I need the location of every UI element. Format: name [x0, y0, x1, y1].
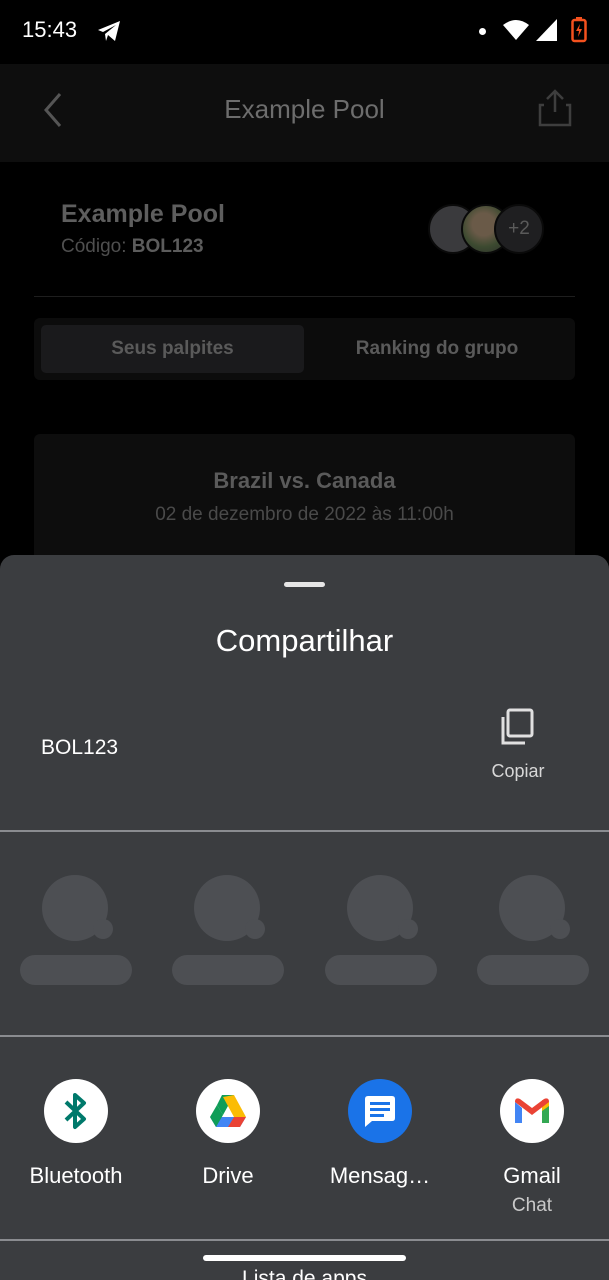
pool-code-label: Código: — [61, 236, 127, 257]
copy-label: Copiar — [491, 761, 545, 781]
share-target-bluetooth[interactable]: Bluetooth — [6, 1079, 146, 1219]
messages-icon — [348, 1079, 412, 1143]
divider — [0, 1239, 609, 1241]
gmail-icon — [500, 1079, 564, 1143]
app-header: Example Pool — [0, 64, 609, 162]
status-time: 15:43 — [22, 17, 78, 42]
share-target-drive[interactable]: Drive — [158, 1079, 298, 1219]
direct-share-placeholder — [325, 875, 437, 987]
tab-ranking-do-grupo[interactable]: Ranking do grupo — [306, 325, 568, 373]
battery-icon — [571, 17, 587, 43]
apps-list-label[interactable]: Lista de apps — [0, 1267, 609, 1280]
pool-name: Example Pool — [61, 200, 225, 228]
app-label: Bluetooth — [29, 1163, 123, 1188]
share-target-gmail[interactable]: Gmail Chat — [462, 1079, 602, 1219]
google-drive-icon — [196, 1079, 260, 1143]
shared-text: BOL123 — [41, 736, 119, 759]
app-label: Mensag… — [329, 1163, 431, 1188]
share-target-messages[interactable]: Mensag… — [310, 1079, 450, 1219]
tab-seus-palpites[interactable]: Seus palpites — [41, 325, 304, 373]
match-card: Brazil vs. Canada 02 de dezembro de 2022… — [34, 434, 575, 574]
divider — [0, 830, 609, 832]
divider — [34, 296, 575, 297]
match-date: 02 de dezembro de 2022 às 11:00h — [155, 504, 454, 525]
direct-share-placeholder — [477, 875, 589, 987]
telegram-icon — [98, 21, 120, 41]
bluetooth-icon — [44, 1079, 108, 1143]
avatar-extra-count: +2 — [494, 204, 544, 254]
tab-bar: Seus palpites Ranking do grupo — [34, 318, 575, 380]
app-label: Gmail — [503, 1163, 561, 1188]
share-sheet-title: Compartilhar — [215, 623, 394, 658]
copy-icon — [501, 708, 534, 745]
app-label: Drive — [202, 1163, 254, 1188]
wifi-icon — [503, 20, 529, 40]
share-icon[interactable] — [536, 88, 574, 128]
gesture-nav-bar[interactable] — [203, 1255, 406, 1261]
app-sublabel: Chat — [511, 1195, 553, 1216]
direct-share-placeholder — [172, 875, 284, 987]
drag-handle[interactable] — [284, 582, 325, 587]
app-body: Example Pool Código: BOL123 +2 Seus palp… — [0, 162, 609, 574]
pool-code: Código: BOL123 — [61, 236, 204, 258]
pool-code-value: BOL123 — [131, 236, 204, 257]
notification-dot-icon — [479, 28, 486, 35]
share-sheet: Compartilhar BOL123 Copiar Bluetooth Dri… — [0, 555, 609, 1280]
copy-button[interactable]: Copiar — [478, 707, 558, 787]
direct-share-placeholder — [20, 875, 132, 987]
match-title: Brazil vs. Canada — [213, 468, 396, 493]
status-bar: 15:43 — [0, 0, 609, 64]
member-avatars: +2 — [428, 204, 558, 258]
page-title: Example Pool — [224, 94, 385, 124]
divider — [0, 1035, 609, 1037]
signal-icon — [536, 19, 557, 41]
